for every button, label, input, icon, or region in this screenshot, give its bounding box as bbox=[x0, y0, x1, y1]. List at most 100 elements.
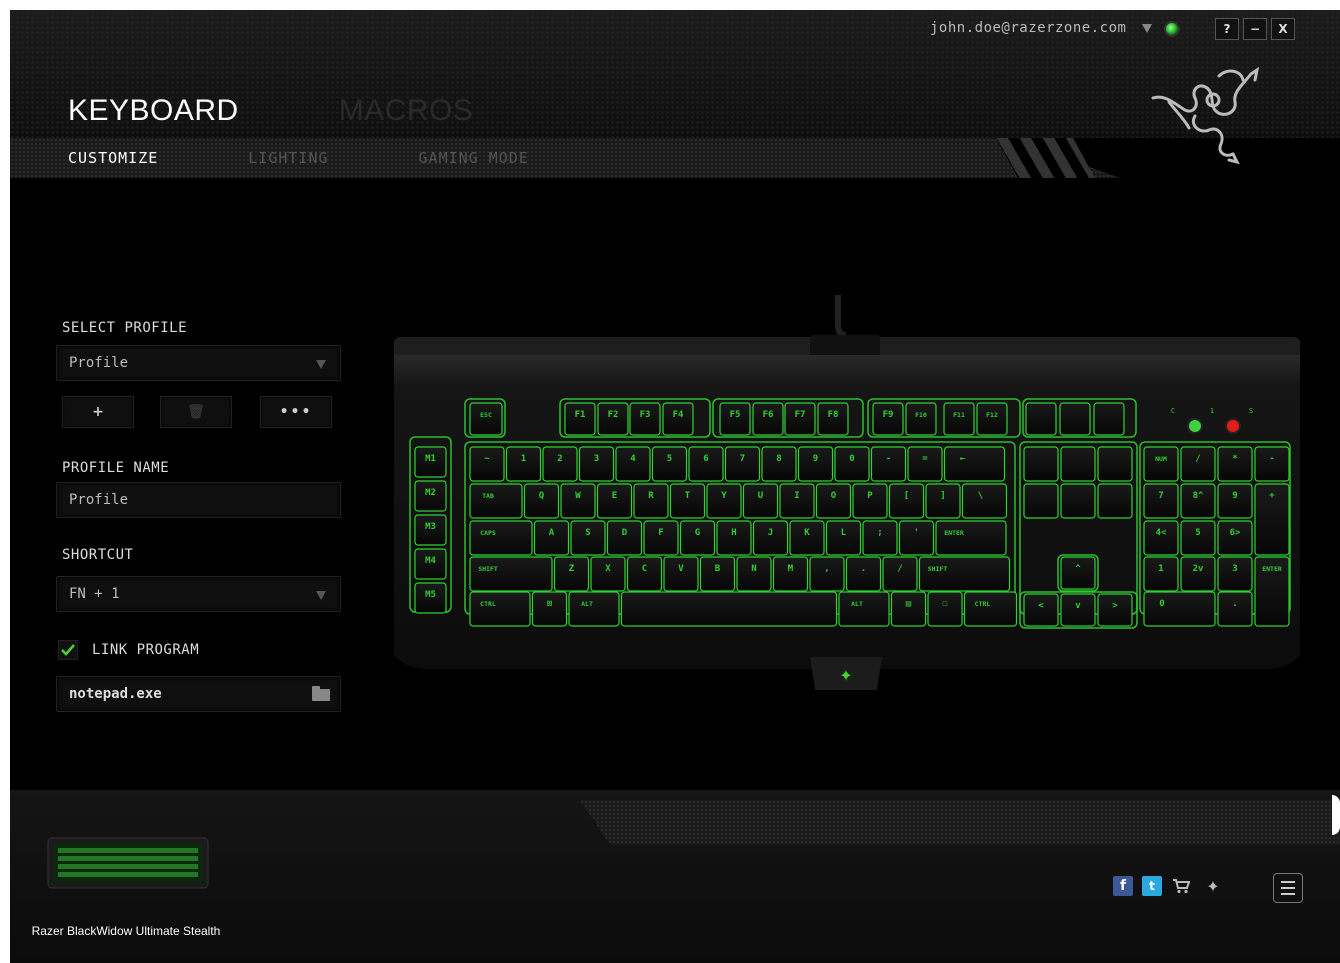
key-symbol[interactable]: ] bbox=[925, 483, 961, 519]
key-symbol[interactable]: / bbox=[882, 556, 918, 592]
key-j[interactable]: J bbox=[752, 520, 789, 556]
user-email[interactable]: john.doe@razerzone.com bbox=[930, 20, 1126, 36]
key-7[interactable]: 7 bbox=[1143, 483, 1179, 519]
key-symbol[interactable]: > bbox=[1097, 593, 1133, 627]
key-symbol[interactable]: * bbox=[1217, 446, 1253, 482]
key-c[interactable]: C bbox=[626, 556, 663, 592]
key-symbol[interactable]: . bbox=[845, 556, 882, 592]
key-tab[interactable]: TAB bbox=[469, 483, 523, 519]
key-blank[interactable] bbox=[1093, 402, 1125, 436]
key-symbol[interactable]: ⊞ bbox=[531, 591, 568, 627]
key-f4[interactable]: F4 bbox=[662, 402, 694, 436]
device-thumbnail[interactable] bbox=[46, 832, 210, 894]
key-i[interactable]: I bbox=[779, 483, 815, 519]
tab-macros[interactable]: MACROS bbox=[339, 94, 474, 128]
close-button[interactable]: X bbox=[1271, 18, 1295, 40]
key-f8[interactable]: F8 bbox=[817, 402, 849, 436]
key-blank[interactable] bbox=[620, 591, 838, 627]
key-f11[interactable]: F11 bbox=[943, 402, 975, 436]
profile-dropdown[interactable]: Profile bbox=[56, 345, 341, 381]
key-blank[interactable] bbox=[1097, 483, 1133, 519]
key-1[interactable]: 1 bbox=[1143, 556, 1179, 592]
key-w[interactable]: W bbox=[560, 483, 596, 519]
key-symbol[interactable]: = bbox=[907, 446, 943, 482]
key-d[interactable]: D bbox=[606, 520, 643, 556]
program-path-input[interactable]: notepad.exe bbox=[56, 676, 341, 712]
folder-icon[interactable] bbox=[312, 686, 330, 701]
key-q[interactable]: Q bbox=[523, 483, 560, 519]
key-2v[interactable]: 2v bbox=[1180, 556, 1216, 592]
key-r[interactable]: R bbox=[633, 483, 669, 519]
key-4[interactable]: 4< bbox=[1143, 520, 1179, 556]
key-l[interactable]: L bbox=[825, 520, 862, 556]
key-n[interactable]: N bbox=[736, 556, 772, 592]
account-dropdown-icon[interactable] bbox=[1142, 24, 1152, 33]
key-blank[interactable] bbox=[1023, 446, 1059, 482]
key-num[interactable]: NUM bbox=[1143, 446, 1179, 482]
key-blank[interactable] bbox=[1023, 483, 1059, 519]
key-m4[interactable]: M4 bbox=[414, 548, 447, 580]
key-f10[interactable]: F10 bbox=[905, 402, 937, 436]
key-8[interactable]: 8 bbox=[761, 446, 797, 482]
key-blank[interactable] bbox=[1025, 402, 1057, 436]
key-symbol[interactable]: . bbox=[1217, 591, 1253, 627]
key-2[interactable]: 2 bbox=[542, 446, 578, 482]
key-f2[interactable]: F2 bbox=[597, 402, 629, 436]
key-enter[interactable]: ENTER bbox=[935, 520, 1007, 556]
tab-gaming-mode[interactable]: GAMING MODE bbox=[419, 149, 529, 167]
key-m1[interactable]: M1 bbox=[414, 446, 447, 478]
key-z[interactable]: Z bbox=[553, 556, 590, 592]
key-ctrl[interactable]: CTRL bbox=[469, 591, 531, 627]
key-ctrl[interactable]: CTRL bbox=[963, 591, 1018, 627]
key-m2[interactable]: M2 bbox=[414, 480, 447, 512]
key-3[interactable]: 3 bbox=[1217, 556, 1253, 592]
key-v[interactable]: v bbox=[1060, 593, 1096, 627]
key-esc[interactable]: ESC bbox=[469, 402, 503, 436]
key-e[interactable]: E bbox=[596, 483, 633, 519]
key-symbol[interactable]: / bbox=[1180, 446, 1216, 482]
key-enter[interactable]: ENTER bbox=[1254, 556, 1290, 627]
profile-name-input[interactable]: Profile bbox=[56, 482, 341, 518]
key-symbol[interactable]: ^ bbox=[1060, 556, 1096, 590]
key-s[interactable]: S bbox=[570, 520, 606, 556]
key-blank[interactable] bbox=[1060, 446, 1096, 482]
key-symbol[interactable]: ~ bbox=[469, 446, 505, 482]
key-f[interactable]: F bbox=[643, 520, 679, 556]
key-symbol[interactable]: [ bbox=[888, 483, 925, 519]
key-u[interactable]: U bbox=[742, 483, 779, 519]
key-9[interactable]: 9 bbox=[1217, 483, 1253, 519]
key-o[interactable]: O bbox=[815, 483, 852, 519]
key-h[interactable]: H bbox=[716, 520, 752, 556]
key-y[interactable]: Y bbox=[706, 483, 742, 519]
key-m[interactable]: M bbox=[772, 556, 809, 592]
key-6[interactable]: 6> bbox=[1217, 520, 1253, 556]
key-6[interactable]: 6 bbox=[688, 446, 724, 482]
key-blank[interactable] bbox=[1059, 402, 1091, 436]
key-k[interactable]: K bbox=[789, 520, 825, 556]
key-symbol[interactable]: ☐ bbox=[927, 591, 963, 627]
tab-lighting[interactable]: LIGHTING bbox=[248, 149, 328, 167]
key-b[interactable]: B bbox=[699, 556, 736, 592]
razer-icon[interactable]: ✦ bbox=[1203, 876, 1223, 896]
shortcut-dropdown[interactable]: FN + 1 bbox=[56, 576, 341, 612]
key-5[interactable]: 5 bbox=[1180, 520, 1216, 556]
key-shift[interactable]: SHIFT bbox=[469, 556, 553, 592]
key-1[interactable]: 1 bbox=[505, 446, 542, 482]
key-7[interactable]: 7 bbox=[724, 446, 761, 482]
key-blank[interactable] bbox=[1060, 483, 1096, 519]
delete-profile-button[interactable]: 🗑 bbox=[160, 396, 232, 428]
help-button[interactable]: ? bbox=[1215, 18, 1239, 40]
key-symbol[interactable]: ▤ bbox=[890, 591, 927, 627]
key-f6[interactable]: F6 bbox=[752, 402, 784, 436]
add-profile-button[interactable]: + bbox=[62, 396, 134, 428]
key-9[interactable]: 9 bbox=[797, 446, 834, 482]
key-4[interactable]: 4 bbox=[615, 446, 651, 482]
key-0[interactable]: 0 bbox=[834, 446, 870, 482]
facebook-icon[interactable]: f bbox=[1113, 876, 1133, 896]
key-f3[interactable]: F3 bbox=[629, 402, 661, 436]
more-options-button[interactable]: ••• bbox=[260, 396, 332, 428]
key-a[interactable]: A bbox=[533, 520, 570, 556]
key-symbol[interactable]: \ bbox=[961, 483, 1008, 519]
key-8[interactable]: 8^ bbox=[1180, 483, 1216, 519]
key-m5[interactable]: M5 bbox=[414, 582, 447, 614]
